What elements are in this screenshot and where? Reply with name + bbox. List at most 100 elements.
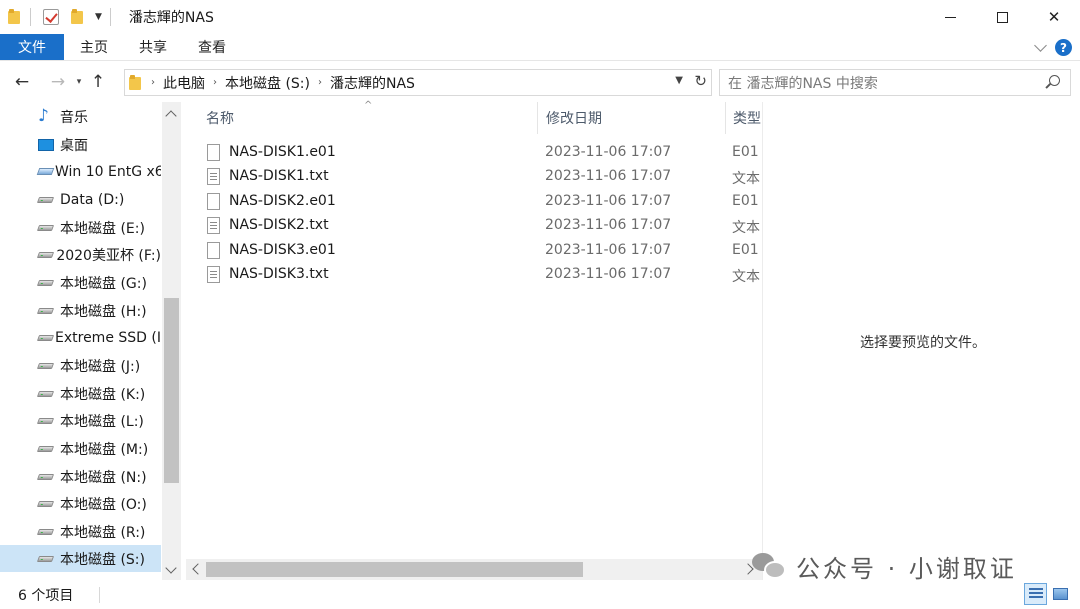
drive-icon — [36, 417, 55, 424]
drive-icon — [36, 224, 55, 231]
address-bar[interactable]: › 此电脑 › 本地磁盘 (S:) › 潘志輝的NAS ▼ ↻ — [124, 69, 712, 96]
file-date: 2023-11-06 17:07 — [545, 242, 672, 258]
sidebar-item-label: 本地磁盘 (R:) — [60, 524, 146, 541]
sidebar-scrollbar[interactable] — [162, 102, 181, 580]
text-file-icon — [207, 217, 220, 234]
large-icons-view-button[interactable] — [1049, 583, 1072, 605]
customize-toolbar-dropdown-icon[interactable]: ▼ — [95, 12, 102, 22]
sidebar-item-drive-h[interactable]: 本地磁盘 (H:) — [0, 297, 161, 324]
drive-icon — [36, 334, 55, 341]
scrollbar-thumb[interactable] — [164, 298, 179, 483]
sidebar-item-drive-o[interactable]: 本地磁盘 (O:) — [0, 490, 161, 517]
ribbon-right-controls: ? — [1034, 34, 1072, 61]
file-row[interactable]: NAS-DISK2.e01 2023-11-06 17:07 E01 — [186, 190, 762, 214]
sidebar-item-drive-j[interactable]: 本地磁盘 (J:) — [0, 352, 161, 379]
sidebar-item-drive-c[interactable]: Win 10 EntG x64 (C:) — [0, 158, 161, 185]
column-header-name[interactable]: 名称 — [206, 102, 234, 134]
scroll-down-icon[interactable] — [165, 562, 177, 574]
minimize-button[interactable] — [924, 0, 976, 34]
file-row[interactable]: NAS-DISK1.txt 2023-11-06 17:07 文本 — [186, 165, 762, 189]
tab-view[interactable]: 查看 — [182, 34, 241, 60]
sidebar-item-drive-n[interactable]: 本地磁盘 (N:) — [0, 463, 161, 490]
breadcrumb-this-pc[interactable]: 此电脑 — [163, 73, 205, 93]
sidebar-item-label: 本地磁盘 (H:) — [60, 303, 147, 320]
breadcrumb-separator-icon[interactable]: › — [151, 77, 155, 88]
preview-pane: 选择要预览的文件。 — [762, 102, 1080, 580]
sidebar-item-label: 本地磁盘 (S:) — [60, 551, 145, 568]
sidebar-item-drive-l[interactable]: 本地磁盘 (L:) — [0, 407, 161, 434]
drive-icon — [36, 362, 55, 369]
sidebar-item-drive-m[interactable]: 本地磁盘 (M:) — [0, 435, 161, 462]
file-row[interactable]: NAS-DISK3.txt 2023-11-06 17:07 文本 — [186, 263, 762, 287]
file-type: E01 — [732, 193, 759, 209]
close-button[interactable]: ✕ — [1028, 0, 1080, 34]
search-input[interactable]: 在 潘志輝的NAS 中搜索 — [719, 69, 1071, 96]
recent-locations-dropdown[interactable]: ▾ — [72, 77, 86, 87]
sidebar-item-drive-d[interactable]: Data (D:) — [0, 186, 161, 213]
tab-file[interactable]: 文件 — [0, 34, 64, 60]
breadcrumb-current-folder[interactable]: 潘志輝的NAS — [330, 73, 415, 93]
quick-access-toolbar: ▼ — [0, 0, 119, 34]
folder-icon — [129, 74, 143, 91]
file-icon — [207, 193, 220, 210]
minimize-icon — [944, 16, 956, 18]
sidebar-item-drive-e[interactable]: 本地磁盘 (E:) — [0, 214, 161, 241]
sidebar-item-drive-i[interactable]: Extreme SSD (I:) — [0, 324, 161, 351]
sidebar-item-drive-r[interactable]: 本地磁盘 (R:) — [0, 518, 161, 545]
scroll-up-icon[interactable] — [165, 110, 177, 122]
details-view-button[interactable] — [1024, 583, 1047, 605]
window-controls: ✕ — [924, 0, 1080, 34]
sidebar-item-label: 本地磁盘 (K:) — [60, 386, 146, 403]
tab-share[interactable]: 共享 — [123, 34, 182, 60]
back-button[interactable]: ← — [8, 72, 36, 92]
column-divider[interactable] — [725, 102, 726, 134]
watermark-text: 公众号 · 小谢取证 — [796, 554, 1017, 583]
properties-icon[interactable] — [43, 9, 59, 25]
file-name: NAS-DISK2.txt — [229, 217, 329, 233]
sidebar-item-desktop[interactable]: 桌面 — [0, 131, 161, 158]
file-date: 2023-11-06 17:07 — [545, 193, 672, 209]
expand-ribbon-icon[interactable] — [1034, 39, 1047, 52]
navigation-pane: ♪ 音乐 桌面 Win 10 EntG x64 (C:) Data (D:) 本地… — [0, 102, 181, 580]
sort-ascending-icon: ^ — [364, 100, 373, 111]
address-dropdown-icon[interactable]: ▼ — [675, 75, 683, 86]
file-row[interactable]: NAS-DISK3.e01 2023-11-06 17:07 E01 — [186, 239, 762, 263]
forward-button[interactable]: → — [44, 72, 72, 92]
preview-message: 选择要预览的文件。 — [860, 335, 986, 351]
file-type: 文本 — [732, 171, 760, 187]
maximize-button[interactable] — [976, 0, 1028, 34]
file-icon — [207, 242, 220, 259]
file-row[interactable]: NAS-DISK2.txt 2023-11-06 17:07 文本 — [186, 214, 762, 238]
help-icon[interactable]: ? — [1055, 39, 1072, 56]
new-folder-icon[interactable] — [71, 9, 85, 25]
breadcrumb-separator-icon[interactable]: › — [318, 77, 322, 88]
sidebar-item-label: 音乐 — [60, 109, 88, 126]
file-row[interactable]: NAS-DISK1.e01 2023-11-06 17:07 E01 — [186, 141, 762, 165]
drive-icon — [36, 196, 55, 203]
breadcrumb-separator-icon[interactable]: › — [213, 77, 217, 88]
breadcrumb-drive-s[interactable]: 本地磁盘 (S:) — [225, 73, 310, 93]
file-date: 2023-11-06 17:07 — [545, 168, 672, 184]
search-icon — [1049, 75, 1060, 86]
up-button[interactable]: ↑ — [86, 72, 110, 92]
sidebar-item-drive-f[interactable]: 2020美亚杯 (F:) — [0, 241, 161, 268]
drive-icon — [36, 500, 55, 507]
sidebar-item-label: Win 10 EntG x64 (C:) — [55, 163, 161, 180]
file-list-horizontal-scrollbar[interactable] — [186, 559, 762, 580]
file-type: 文本 — [732, 220, 760, 236]
sidebar-item-drive-k[interactable]: 本地磁盘 (K:) — [0, 380, 161, 407]
column-divider[interactable] — [537, 102, 538, 134]
column-header-date[interactable]: 修改日期 — [546, 102, 602, 134]
scroll-left-icon[interactable] — [192, 563, 204, 575]
refresh-icon[interactable]: ↻ — [694, 72, 707, 90]
column-header-type[interactable]: 类型 — [733, 102, 761, 134]
sidebar-item-label: Extreme SSD (I:) — [55, 329, 161, 346]
sidebar-item-label: 本地磁盘 (O:) — [60, 496, 147, 513]
sidebar-item-drive-g[interactable]: 本地磁盘 (G:) — [0, 269, 161, 296]
sidebar-item-music[interactable]: ♪ 音乐 — [0, 103, 161, 130]
file-list: ^ 名称 修改日期 类型 NAS-DISK1.e01 2023-11-06 17… — [186, 100, 762, 580]
ribbon-tabs: 文件 主页 共享 查看 ? — [0, 34, 1080, 61]
scrollbar-thumb[interactable] — [206, 562, 583, 577]
sidebar-item-drive-s[interactable]: 本地磁盘 (S:) — [0, 545, 161, 572]
tab-home[interactable]: 主页 — [64, 34, 123, 60]
